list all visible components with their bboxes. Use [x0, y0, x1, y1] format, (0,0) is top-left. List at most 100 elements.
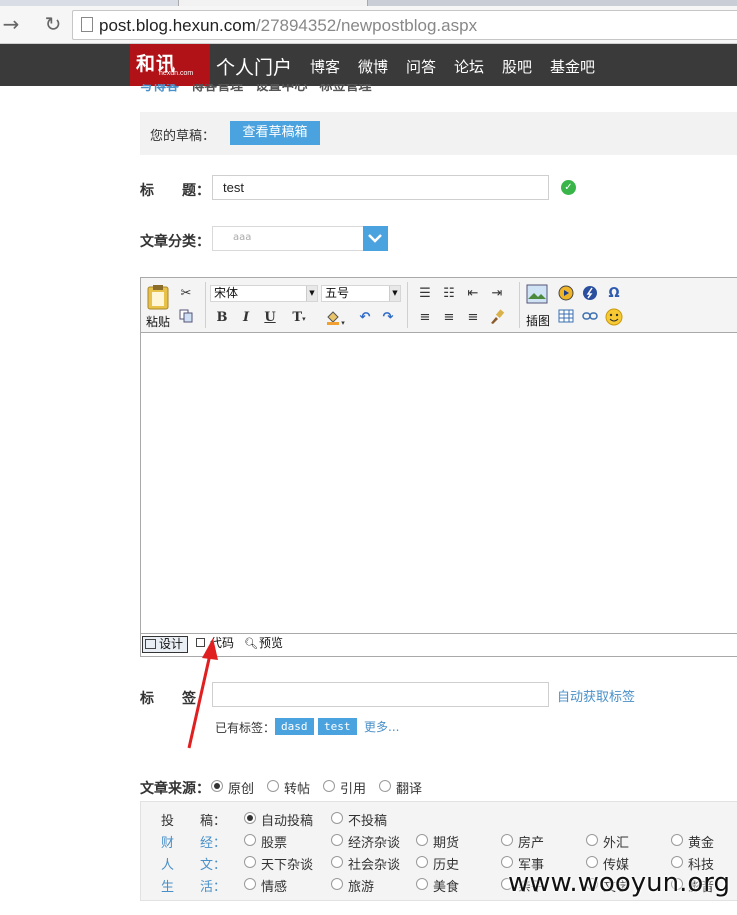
highlight-color-icon[interactable]: ▾	[321, 309, 349, 327]
link-icon[interactable]	[581, 309, 599, 327]
tag-chip-dasd[interactable]: dasd	[275, 718, 314, 735]
subnav-settings[interactable]: 设置中心	[255, 84, 307, 92]
source-radio-original[interactable]: 原创	[211, 778, 254, 797]
source-radio-quote[interactable]: 引用	[323, 778, 366, 797]
radio-circle	[671, 856, 683, 868]
align-left-icon[interactable]: ≡	[416, 309, 434, 327]
font-color-icon[interactable]: T▾	[285, 309, 313, 327]
radio-circle	[416, 878, 428, 890]
reload-icon[interactable]: ↻	[42, 13, 64, 35]
insert-image-label[interactable]: 插图	[526, 312, 550, 329]
category-radio[interactable]: 情感	[244, 876, 287, 895]
category-radio[interactable]: 房产	[501, 832, 544, 851]
editor-toolbar: 粘贴 ✂ 宋体 ▼ 五号 ▼ B I U T▾ ▾ ↶ ↷ ☰ ☷ ⇤ ⇥ ≡ …	[141, 278, 737, 333]
draft-label: 您的草稿：	[150, 129, 216, 144]
toolbar-separator	[205, 282, 206, 328]
submit-radio-none[interactable]: 不投稿	[331, 810, 387, 829]
category-radio[interactable]: 天下杂谈	[244, 854, 313, 873]
unordered-list-icon[interactable]: ☷	[440, 285, 458, 303]
address-bar[interactable]: post.blog.hexun.com/27894352/newpostblog…	[72, 10, 737, 40]
radio-label: 历史	[433, 858, 460, 873]
category-radio[interactable]: 旅游	[331, 876, 374, 895]
source-radio-translate[interactable]: 翻译	[379, 778, 422, 797]
radio-label: 转帖	[284, 782, 311, 797]
ordered-list-icon[interactable]: ☰	[416, 285, 434, 303]
more-tags-link[interactable]: 更多...	[364, 718, 399, 735]
hexun-logo[interactable]: 和讯 hexun.com	[130, 44, 210, 86]
media-icon[interactable]	[557, 285, 575, 303]
category-radio[interactable]: 经济杂谈	[331, 832, 400, 851]
portal-title[interactable]: 个人门户	[216, 53, 292, 80]
nav-weibo[interactable]: 微博	[358, 56, 388, 77]
category-radio[interactable]: 股票	[244, 832, 287, 851]
align-center-icon[interactable]: ≡	[440, 309, 458, 327]
nav-forum[interactable]: 论坛	[454, 56, 484, 77]
table-icon[interactable]	[557, 309, 575, 327]
category-radio[interactable]: 历史	[416, 854, 459, 873]
category-radio[interactable]: 外汇	[586, 832, 629, 851]
italic-icon[interactable]: I	[237, 309, 255, 327]
tags-input[interactable]	[212, 682, 549, 707]
paste-icon[interactable]	[146, 284, 170, 310]
view-drafts-button[interactable]: 查看草稿箱	[230, 121, 320, 145]
category-radio[interactable]: 社会杂谈	[331, 854, 400, 873]
radio-label: 社会杂谈	[348, 858, 401, 873]
nav-qa[interactable]: 问答	[406, 56, 436, 77]
toolbar-separator	[519, 282, 520, 328]
category-label: 文章分类：	[140, 234, 210, 250]
radio-circle	[331, 856, 343, 868]
nav-fund-bar[interactable]: 基金吧	[550, 56, 595, 77]
source-radio-repost[interactable]: 转帖	[267, 778, 310, 797]
mode-tab-preview[interactable]: 🔍︎ 预览	[243, 636, 283, 653]
dropdown-arrow-icon: ▼	[389, 286, 400, 301]
category-radio[interactable]: 美食	[416, 876, 459, 895]
radio-circle	[586, 834, 598, 846]
nav-stock-bar[interactable]: 股吧	[502, 56, 532, 77]
outdent-icon[interactable]: ⇤	[464, 285, 482, 303]
radio-circle	[331, 834, 343, 846]
font-family-value: 宋体	[214, 286, 239, 300]
nav-blog[interactable]: 博客	[310, 56, 340, 77]
underline-icon[interactable]: U	[261, 309, 279, 327]
format-brush-icon[interactable]	[488, 309, 506, 327]
subnav-write-blog[interactable]: 写博客	[140, 84, 179, 92]
emoticon-icon[interactable]	[605, 308, 623, 326]
editor-content-area[interactable]	[141, 333, 737, 634]
align-right-icon[interactable]: ≡	[464, 309, 482, 327]
forward-arrow-icon[interactable]: →	[0, 13, 22, 35]
subnav-blog-manage[interactable]: 博客管理	[191, 84, 243, 92]
subnav-tag-manage[interactable]: 标签管理	[319, 84, 371, 92]
radio-circle	[379, 780, 391, 792]
cut-icon[interactable]: ✂	[177, 285, 195, 303]
tag-chip-test[interactable]: test	[318, 718, 357, 735]
insert-image-icon[interactable]	[526, 284, 548, 304]
title-input[interactable]: test	[212, 175, 549, 200]
flash-icon[interactable]	[581, 285, 599, 303]
site-header: 和讯 hexun.com 个人门户 博客 微博 问答 论坛 股吧 基金吧	[0, 44, 737, 86]
redo-icon[interactable]: ↷	[379, 309, 397, 327]
font-size-select[interactable]: 五号 ▼	[321, 285, 401, 302]
auto-get-tags-link[interactable]: 自动获取标签	[557, 686, 635, 705]
font-family-select[interactable]: 宋体 ▼	[210, 285, 318, 302]
undo-icon[interactable]: ↶	[356, 309, 374, 327]
radio-label: 原创	[228, 782, 255, 797]
rich-text-editor: 粘贴 ✂ 宋体 ▼ 五号 ▼ B I U T▾ ▾ ↶ ↷ ☰ ☷ ⇤ ⇥ ≡ …	[140, 277, 737, 657]
category-select[interactable]: aaa	[212, 226, 388, 251]
paste-label[interactable]: 粘贴	[146, 313, 170, 330]
radio-circle	[323, 780, 335, 792]
category-radio[interactable]: 期货	[416, 832, 459, 851]
submit-radio-auto[interactable]: 自动投稿	[244, 810, 313, 829]
bold-icon[interactable]: B	[213, 309, 231, 327]
source-label: 文章来源：	[140, 781, 210, 797]
radio-circle	[267, 780, 279, 792]
radio-circle	[416, 856, 428, 868]
chevron-down-icon[interactable]	[363, 226, 388, 251]
radio-label: 房产	[518, 836, 545, 851]
radio-label: 股票	[261, 836, 288, 851]
copy-icon[interactable]	[177, 309, 195, 327]
design-icon	[145, 639, 156, 649]
indent-icon[interactable]: ⇥	[488, 285, 506, 303]
special-char-icon[interactable]: Ω	[605, 285, 623, 303]
browser-toolbar: → ↻ post.blog.hexun.com/27894352/newpost…	[0, 6, 737, 44]
category-radio[interactable]: 黄金	[671, 832, 714, 851]
